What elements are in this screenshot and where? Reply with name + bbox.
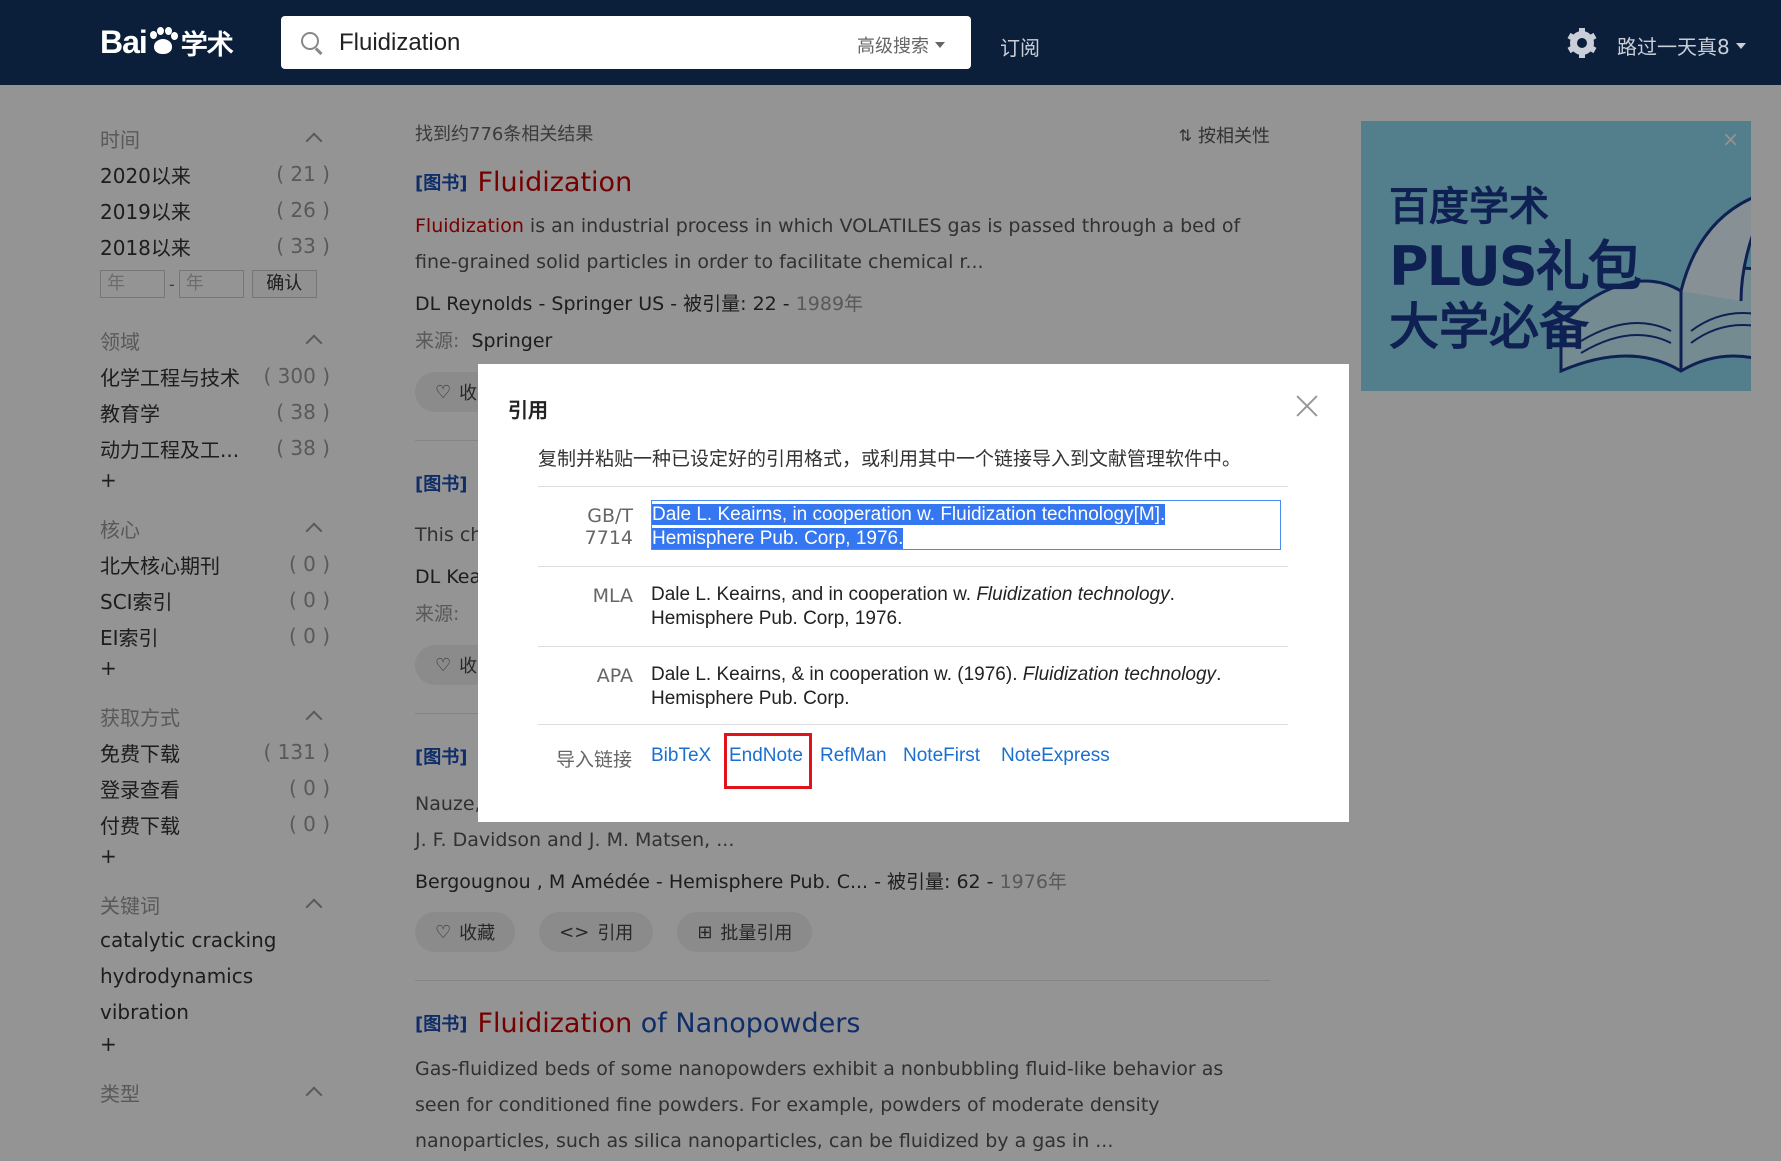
citation-title-italic: Fluidization technology: [1022, 664, 1217, 685]
close-icon[interactable]: [1295, 394, 1319, 418]
citation-text: Hemisphere Pub. Corp.: [651, 688, 850, 709]
advanced-search-label: 高级搜索: [857, 36, 929, 57]
citation-format-label: MLA: [592, 585, 633, 607]
settings-gear-icon[interactable]: [1567, 28, 1597, 58]
citation-text: Hemisphere Pub. Corp, 1976.: [652, 528, 904, 549]
caret-down-icon: [1735, 42, 1746, 49]
dialog-description: 复制并粘贴一种已设定好的引用格式，或利用其中一个链接导入到文献管理软件中。: [538, 448, 1242, 470]
citation-text: Dale L. Keairns, and in cooperation w.: [651, 584, 977, 605]
user-menu[interactable]: 路过一天真8: [1617, 31, 1746, 60]
citation-textbox[interactable]: Dale L. Keairns, and in cooperation w. F…: [651, 583, 1281, 631]
citation-row-apa: APA Dale L. Keairns, & in cooperation w.…: [538, 646, 1288, 726]
baidu-scholar-logo[interactable]: Bai 学术: [100, 17, 234, 67]
citation-text: .: [1216, 664, 1222, 685]
noteexpress-link[interactable]: NoteExpress: [1001, 745, 1110, 767]
citation-text: Dale L. Keairns, in cooperation w. Fluid…: [652, 504, 1166, 525]
logo-subtext: 学术: [180, 29, 234, 61]
citation-row-mla: MLA Dale L. Keairns, and in cooperation …: [538, 566, 1288, 646]
subscribe-link[interactable]: 订阅: [1000, 32, 1040, 61]
citation-row-gbt: GB/T 7714 Dale L. Keairns, in cooperatio…: [538, 486, 1288, 566]
caret-down-icon: [935, 42, 945, 48]
dialog-title: 引用: [508, 398, 548, 422]
import-links-row: 导入链接 BibTeX EndNote RefMan NoteFirst Not…: [538, 724, 1288, 789]
logo-text: Bai: [100, 23, 148, 60]
citation-dialog: 引用 复制并粘贴一种已设定好的引用格式，或利用其中一个链接导入到文献管理软件中。…: [478, 364, 1349, 822]
bibtex-link[interactable]: BibTeX: [651, 745, 711, 767]
endnote-highlight-box: [724, 733, 812, 789]
citation-format-label: GB/T 7714: [584, 505, 633, 549]
citation-textbox[interactable]: Dale L. Keairns, & in cooperation w. (19…: [651, 663, 1281, 711]
advanced-search-dropdown[interactable]: 高级搜索: [857, 32, 945, 58]
import-label: 导入链接: [556, 749, 633, 771]
search-icon[interactable]: [301, 31, 323, 54]
username: 路过一天真8: [1617, 35, 1730, 59]
paw-icon: [148, 27, 178, 57]
citation-text: .: [1169, 584, 1175, 605]
citation-textbox[interactable]: Dale L. Keairns, in cooperation w. Fluid…: [651, 500, 1281, 550]
top-navbar: Bai 学术 高级搜索 订阅 路过一天真8: [0, 0, 1781, 85]
citation-text: Hemisphere Pub. Corp, 1976.: [651, 608, 903, 629]
search-box[interactable]: 高级搜索: [281, 16, 971, 69]
citation-text: Dale L. Keairns, & in cooperation w. (19…: [651, 664, 1023, 685]
notefirst-link[interactable]: NoteFirst: [903, 745, 980, 767]
citation-format-label: APA: [596, 665, 633, 687]
search-input[interactable]: [339, 28, 839, 57]
citation-title-italic: Fluidization technology: [976, 584, 1170, 605]
refman-link[interactable]: RefMan: [820, 745, 887, 767]
